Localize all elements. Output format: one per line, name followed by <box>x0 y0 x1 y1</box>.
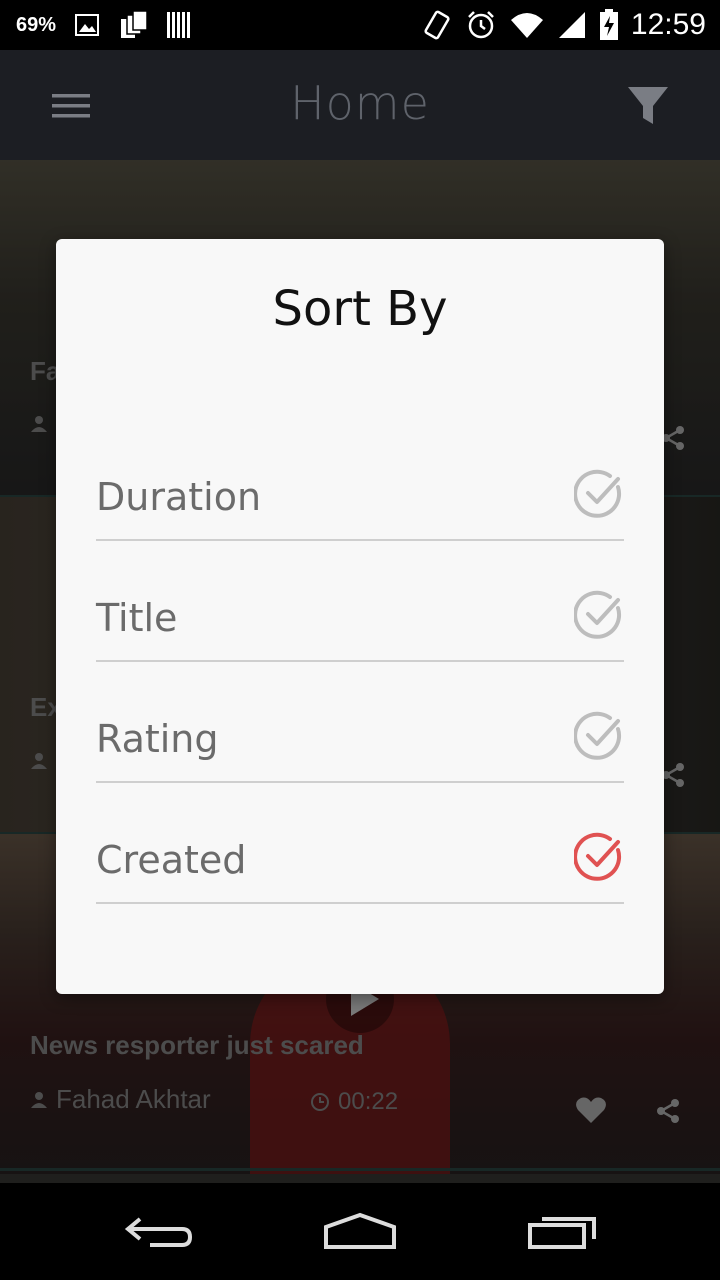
sort-option-title[interactable]: Title <box>96 590 624 662</box>
back-icon[interactable] <box>120 1207 200 1257</box>
sort-option-created[interactable]: Created <box>96 832 624 904</box>
sim-cards-icon <box>121 10 148 38</box>
battery-charging-icon <box>599 9 618 40</box>
option-label: Duration <box>96 475 262 519</box>
clock: 12:59 <box>630 8 706 41</box>
check-circle-icon[interactable] <box>574 590 624 640</box>
system-nav-bar <box>0 1183 720 1280</box>
signal-icon <box>558 12 585 38</box>
barcode-icon <box>167 12 191 38</box>
option-label: Rating <box>96 717 219 761</box>
alarm-icon <box>468 11 494 39</box>
option-label: Title <box>96 596 178 640</box>
check-circle-icon[interactable] <box>574 711 624 761</box>
sort-option-rating[interactable]: Rating <box>96 711 624 783</box>
sort-dialog: Sort By Duration Title Rating Created <box>56 239 664 994</box>
dialog-title: Sort By <box>272 281 448 337</box>
page-title: Home <box>290 76 430 130</box>
recents-icon[interactable] <box>522 1207 602 1257</box>
vibrate-icon <box>424 10 450 40</box>
check-circle-selected-icon[interactable] <box>574 832 624 882</box>
app-bar: Home <box>0 50 720 160</box>
home-icon[interactable] <box>320 1207 400 1257</box>
wifi-icon <box>510 13 543 38</box>
sort-option-duration[interactable]: Duration <box>96 469 624 541</box>
filter-icon[interactable] <box>626 84 670 128</box>
option-label: Created <box>96 838 247 882</box>
image-icon <box>75 14 100 36</box>
check-circle-icon[interactable] <box>574 469 624 519</box>
status-bar: 69% 12:59 <box>0 0 720 50</box>
battery-percent: 69% <box>16 13 57 36</box>
